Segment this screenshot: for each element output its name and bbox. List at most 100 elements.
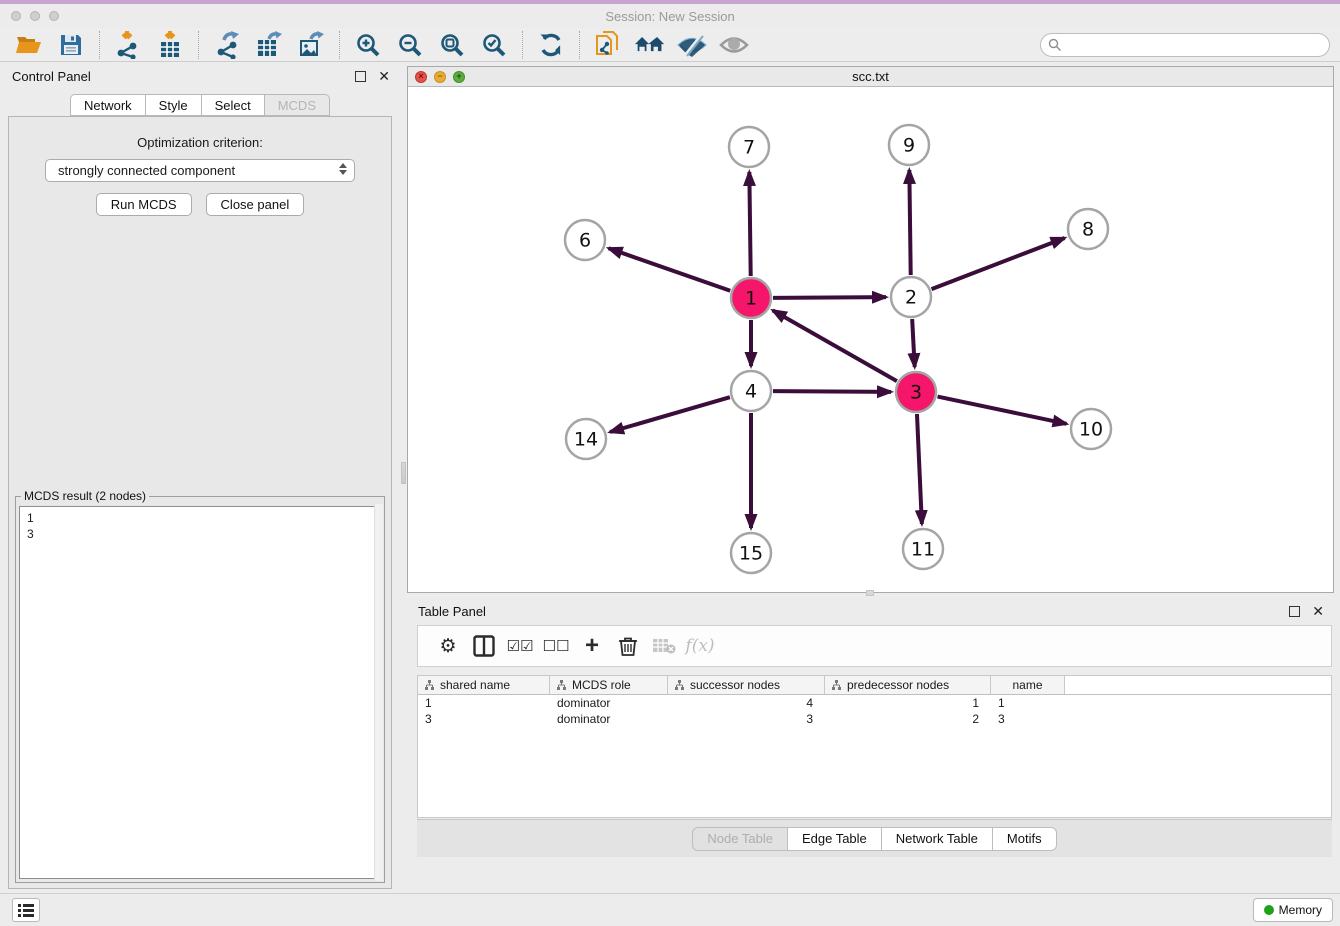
add-column-icon[interactable]: + (574, 631, 610, 661)
table-row[interactable]: 1dominator411 (418, 695, 1331, 711)
graph-node-15[interactable]: 15 (731, 533, 771, 573)
graph-edge-2-8[interactable] (932, 238, 1065, 289)
column-type-icon (557, 680, 566, 690)
zoom-in-icon[interactable] (353, 30, 383, 60)
memory-button[interactable]: Memory (1253, 898, 1333, 922)
svg-text:6: 6 (579, 230, 591, 252)
close-panel-button[interactable]: Close panel (206, 193, 305, 216)
network-window-titlebar[interactable]: × − + scc.txt (408, 67, 1333, 87)
svg-text:1: 1 (745, 288, 757, 310)
network-graph[interactable]: 7 9 6 8 1 2 4 3 14 10 15 11 (408, 88, 1333, 593)
svg-text:14: 14 (574, 429, 598, 451)
birds-eye-view-icon[interactable] (719, 30, 749, 60)
close-table-panel-icon[interactable]: ✕ (1312, 604, 1324, 618)
float-panel-icon[interactable] (355, 71, 366, 82)
zoom-out-icon[interactable] (395, 30, 425, 60)
graph-edge-4-14[interactable] (610, 397, 730, 432)
graph-node-6[interactable]: 6 (565, 220, 605, 260)
table-row[interactable]: 3dominator323 (418, 711, 1331, 727)
svg-text:9: 9 (903, 135, 915, 157)
graph-edge-2-9[interactable] (909, 170, 910, 275)
graph-node-11[interactable]: 11 (903, 529, 943, 569)
graph-node-2[interactable]: 2 (891, 277, 931, 317)
node-table[interactable]: shared nameMCDS rolesuccessor nodesprede… (417, 675, 1332, 818)
toolbar-separator (198, 31, 199, 59)
graph-edge-1-6[interactable] (609, 248, 731, 290)
import-network-icon[interactable] (113, 30, 143, 60)
import-table-icon[interactable] (155, 30, 185, 60)
control-panel-header: Control Panel ✕ (0, 62, 400, 88)
mcds-panel-body: Optimization criterion: strongly connect… (8, 116, 392, 889)
result-scrollbar[interactable] (374, 504, 383, 881)
run-mcds-button[interactable]: Run MCDS (96, 193, 192, 216)
delete-column-icon[interactable] (610, 631, 646, 661)
tab-network-table[interactable]: Network Table (882, 827, 993, 851)
search-input[interactable] (1040, 33, 1330, 57)
tab-select[interactable]: Select (202, 94, 265, 116)
select-all-checkboxes-icon[interactable]: ☑☑ (502, 631, 538, 661)
search-field-wrap (1040, 33, 1330, 57)
column-header[interactable]: name (991, 676, 1065, 694)
graph-edge-1-7[interactable] (749, 172, 750, 276)
tab-motifs[interactable]: Motifs (993, 827, 1057, 851)
column-header[interactable]: shared name (418, 676, 550, 694)
close-panel-icon[interactable]: ✕ (378, 69, 390, 83)
horizontal-splitter-grip[interactable] (866, 590, 874, 596)
column-header[interactable]: successor nodes (668, 676, 825, 694)
svg-text:8: 8 (1082, 219, 1094, 241)
task-history-button[interactable] (12, 898, 40, 922)
graph-node-4[interactable]: 4 (731, 371, 771, 411)
float-table-panel-icon[interactable] (1289, 606, 1300, 617)
settings-icon[interactable]: ⚙ (430, 631, 466, 661)
home-icon[interactable] (635, 30, 665, 60)
graph-node-7[interactable]: 7 (729, 127, 769, 167)
column-type-icon (675, 680, 684, 690)
export-network-icon[interactable] (212, 30, 242, 60)
splitter-grip[interactable] (401, 462, 406, 484)
refresh-icon[interactable] (536, 30, 566, 60)
table-panel: Table Panel ✕ ⚙ ☑☑ ☐☐ + (407, 597, 1334, 893)
graph-edge-4-3[interactable] (773, 391, 891, 392)
network-canvas[interactable]: 7 9 6 8 1 2 4 3 14 10 15 11 (408, 88, 1333, 592)
graph-node-9[interactable]: 9 (889, 125, 929, 165)
tab-node-table[interactable]: Node Table (692, 827, 788, 851)
tab-mcds[interactable]: MCDS (265, 94, 330, 116)
svg-text:11: 11 (911, 539, 935, 561)
save-session-icon[interactable] (56, 30, 86, 60)
clone-network-icon[interactable] (593, 30, 623, 60)
graph-edge-2-3[interactable] (912, 319, 915, 367)
graph-node-8[interactable]: 8 (1068, 209, 1108, 249)
table-toolbar: ⚙ ☑☑ ☐☐ + f(x) (417, 625, 1332, 667)
zoom-fit-icon[interactable] (437, 30, 467, 60)
main-area: Control Panel ✕ Network Style Select MCD… (0, 62, 1340, 893)
main-toolbar (0, 28, 1340, 62)
vertical-splitter[interactable] (400, 62, 407, 893)
graph-node-10[interactable]: 10 (1071, 409, 1111, 449)
graphics-details-icon[interactable] (677, 30, 707, 60)
column-header[interactable]: MCDS role (550, 676, 668, 694)
graph-edge-1-2[interactable] (773, 297, 886, 298)
tab-style[interactable]: Style (146, 94, 202, 116)
mcds-result-text[interactable]: 1 3 (19, 506, 381, 879)
graph-node-1[interactable]: 1 (731, 278, 771, 318)
graph-edge-3-1[interactable] (773, 310, 897, 381)
status-bar: Memory (0, 893, 1340, 926)
edge-layer (609, 170, 1067, 528)
column-header[interactable]: predecessor nodes (825, 676, 991, 694)
memory-label: Memory (1279, 903, 1322, 917)
tab-network[interactable]: Network (70, 94, 146, 116)
graph-node-3[interactable]: 3 (896, 372, 936, 412)
zoom-selected-icon[interactable] (479, 30, 509, 60)
open-session-icon[interactable] (14, 30, 44, 60)
tab-edge-table[interactable]: Edge Table (788, 827, 882, 851)
graph-node-14[interactable]: 14 (566, 419, 606, 459)
split-panel-icon[interactable] (466, 631, 502, 661)
deselect-all-checkboxes-icon[interactable]: ☐☐ (538, 631, 574, 661)
control-panel-tabs: Network Style Select MCDS (0, 94, 400, 116)
graph-edge-3-11[interactable] (917, 414, 922, 524)
export-image-icon[interactable] (296, 30, 326, 60)
export-table-icon[interactable] (254, 30, 284, 60)
graph-edge-3-10[interactable] (938, 397, 1067, 424)
function-builder-icon: f(x) (682, 631, 718, 661)
optimization-criterion-dropdown[interactable]: strongly connected component (45, 159, 355, 182)
